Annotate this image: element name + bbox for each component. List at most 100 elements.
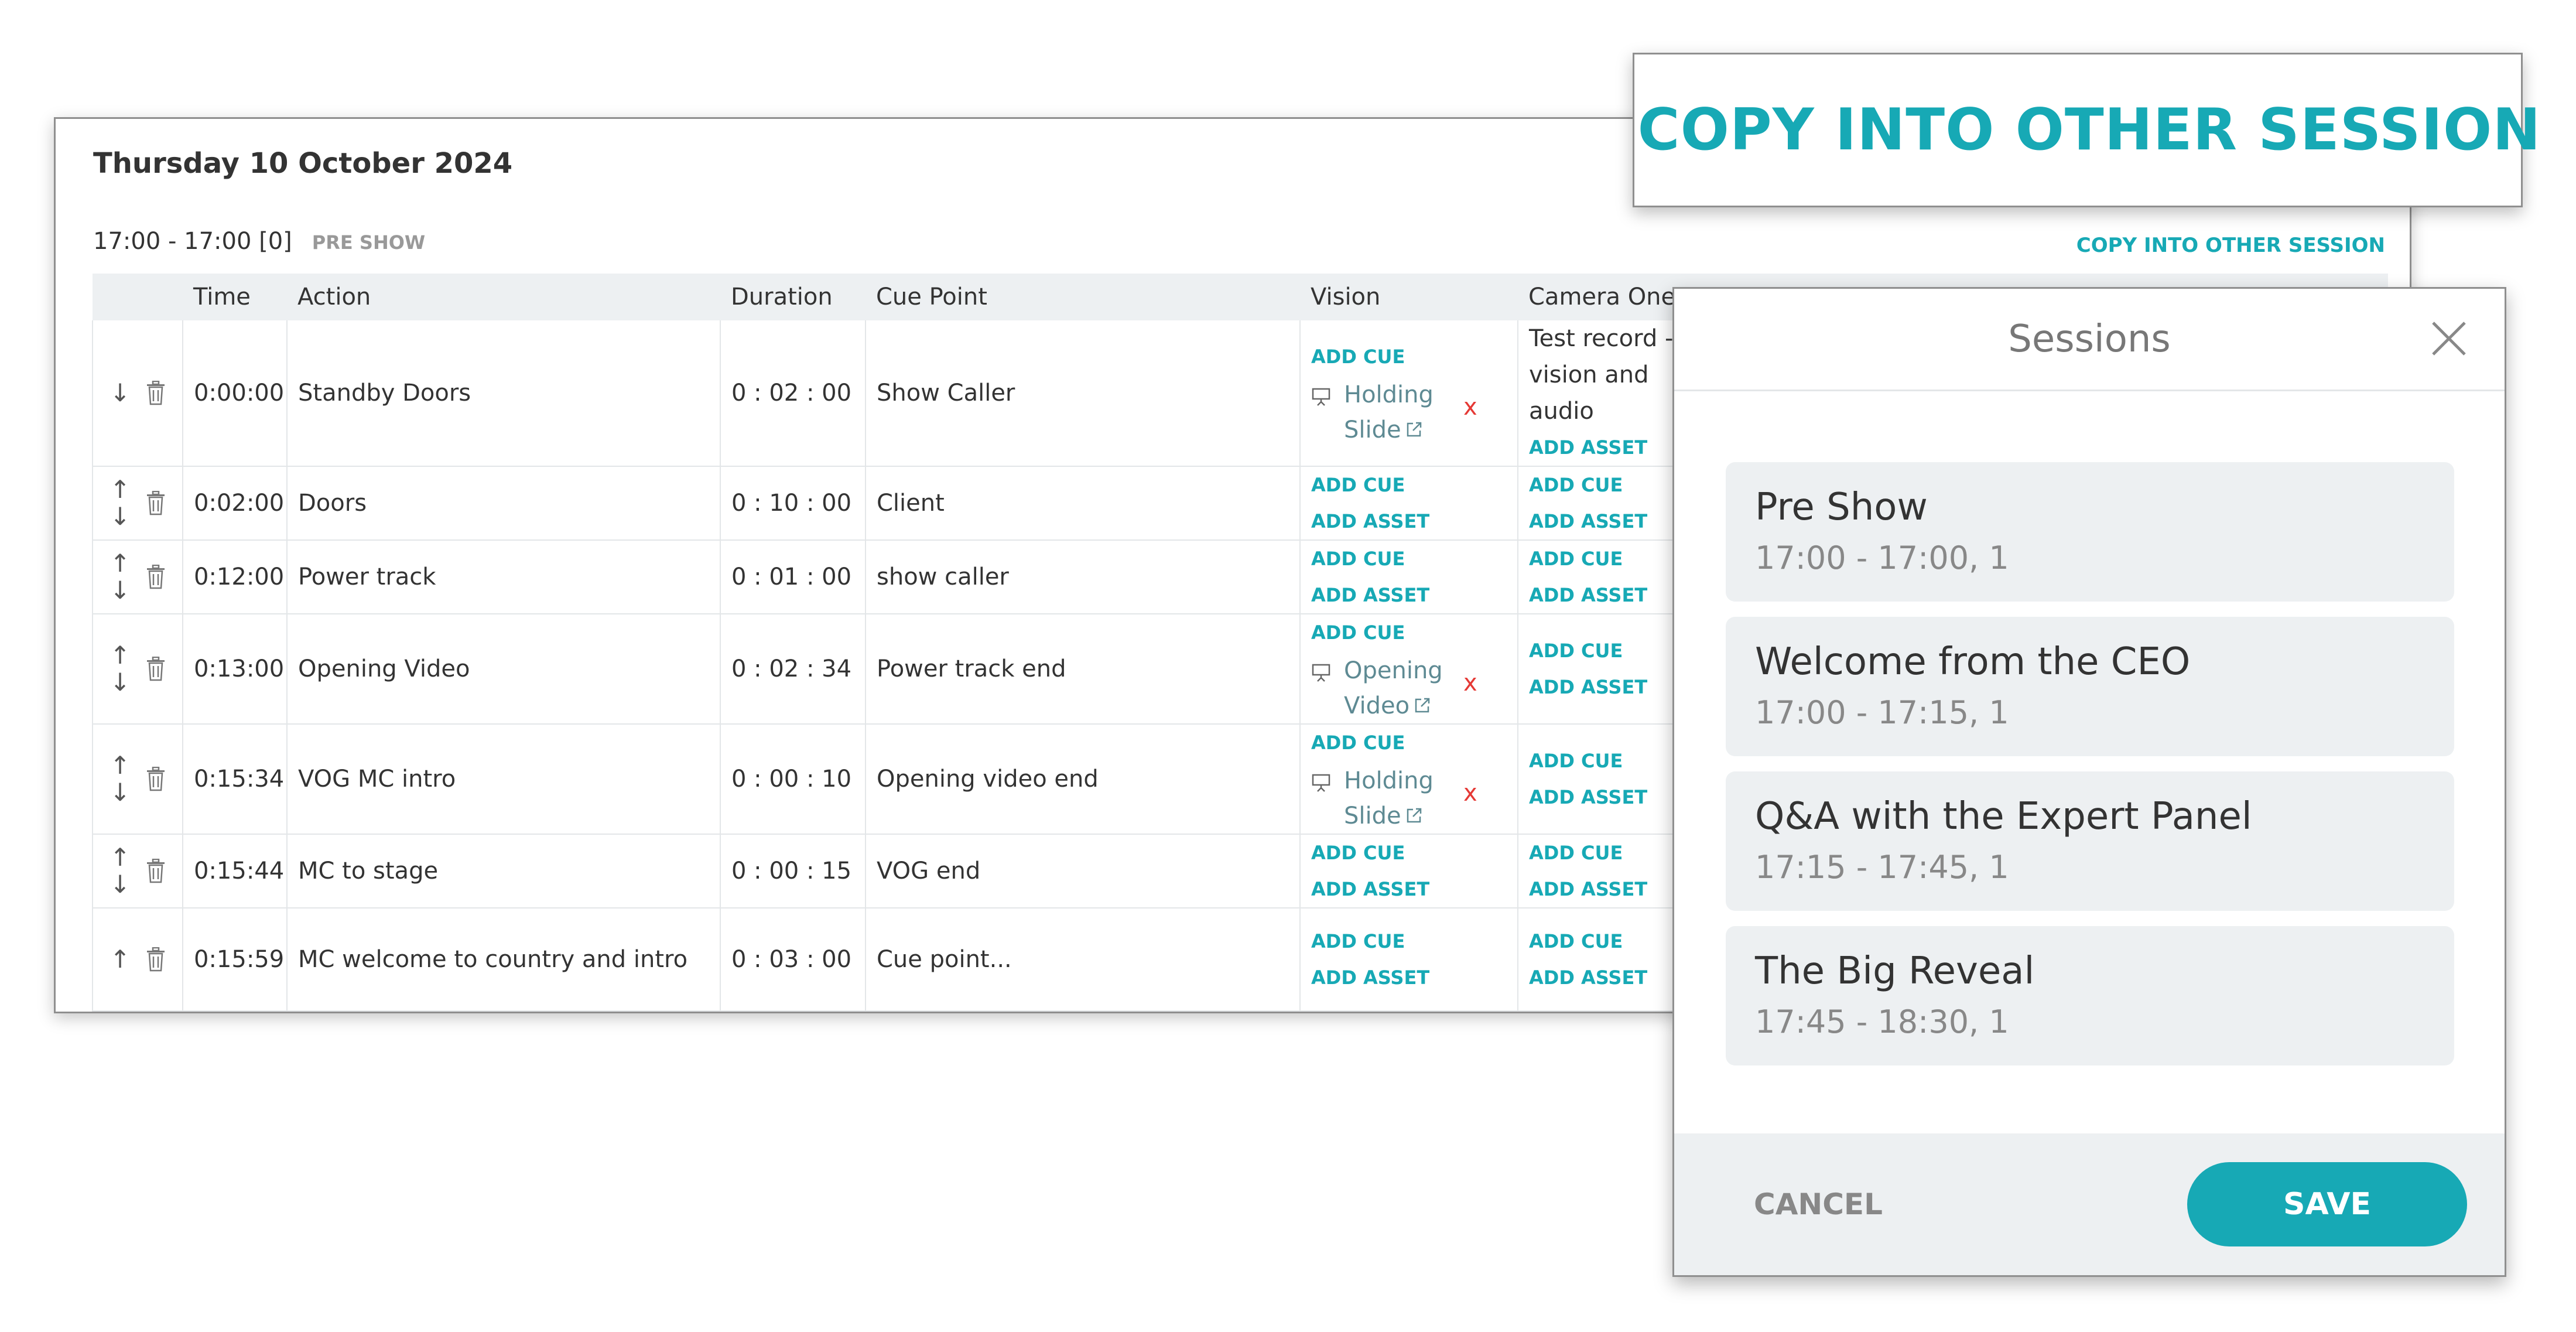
add-asset-link[interactable]: ADD ASSET [1311, 871, 1517, 907]
cell-cue-point[interactable]: Cue point... [865, 908, 1301, 1012]
row-controls: ↑ ↓ [92, 540, 183, 614]
cell-action[interactable]: MC welcome to country and intro [287, 908, 721, 1012]
external-link-icon[interactable] [1405, 420, 1424, 439]
vision-media-link[interactable]: Holding Slide [1344, 763, 1449, 833]
move-down-arrow-icon[interactable]: ↓ [110, 577, 130, 604]
vision-media-item: Holding Slide x [1311, 375, 1517, 448]
move-up-arrow-icon[interactable]: ↑ [110, 946, 130, 973]
cell-duration[interactable]: 0 : 03 : 00 [720, 908, 866, 1012]
cell-duration[interactable]: 0 : 01 : 00 [720, 540, 866, 614]
add-cue-link[interactable]: ADD CUE [1311, 725, 1517, 761]
remove-media-button[interactable]: x [1463, 394, 1477, 421]
presentation-icon [1312, 774, 1330, 792]
zoomed-copy-into-other-session-link[interactable]: COPY INTO OTHER SESSION [1638, 97, 2541, 163]
reorder-arrows: ↓ [110, 380, 130, 407]
cell-duration[interactable]: 0 : 02 : 34 [720, 614, 866, 725]
modal-header: Sessions [1674, 289, 2505, 391]
copy-into-other-session-link[interactable]: COPY INTO OTHER SESSION [2076, 234, 2385, 257]
external-link-icon[interactable] [1405, 806, 1424, 825]
add-cue-link[interactable]: ADD CUE [1311, 541, 1517, 577]
reorder-arrows: ↑ ↓ [110, 844, 130, 898]
move-down-arrow-icon[interactable]: ↓ [110, 871, 130, 898]
remove-media-button[interactable]: x [1463, 780, 1477, 807]
close-icon[interactable] [2428, 318, 2469, 359]
session-option-time: 17:45 - 18:30, 1 [1755, 1003, 2009, 1040]
external-link-icon[interactable] [1413, 696, 1432, 715]
vision-media-link[interactable]: Opening Video [1344, 653, 1449, 723]
move-up-arrow-icon[interactable]: ↑ [110, 844, 130, 871]
session-option-time: 17:15 - 17:45, 1 [1755, 849, 2009, 886]
move-down-arrow-icon[interactable]: ↓ [110, 779, 130, 806]
add-asset-link[interactable]: ADD ASSET [1311, 577, 1517, 613]
cell-cue-point[interactable]: show caller [865, 540, 1301, 614]
session-option-the-big-reveal[interactable]: The Big Reveal 17:45 - 18:30, 1 [1726, 926, 2454, 1065]
cell-vision: ADD CUE ADD ASSET [1300, 908, 1518, 1012]
cell-vision: ADD CUE ADD ASSET [1300, 834, 1518, 909]
cell-cue-point[interactable]: Client [865, 466, 1301, 541]
trash-icon[interactable] [146, 491, 166, 515]
session-option-time: 17:00 - 17:15, 1 [1755, 694, 2009, 731]
row-controls: ↑ ↓ [92, 614, 183, 725]
add-asset-link[interactable]: ADD ASSET [1311, 959, 1517, 996]
cell-vision: ADD CUE Holding Slide x [1300, 320, 1518, 467]
vision-media-link[interactable]: Holding Slide [1344, 377, 1449, 448]
move-up-arrow-icon[interactable]: ↑ [110, 550, 130, 577]
session-option-welcome-from-the-ceo[interactable]: Welcome from the CEO 17:00 - 17:15, 1 [1726, 617, 2454, 756]
remove-media-button[interactable]: x [1463, 670, 1477, 696]
column-header-time: Time [183, 274, 287, 320]
date-heading: Thursday 10 October 2024 [93, 147, 513, 180]
cell-cue-point[interactable]: Show Caller [865, 320, 1301, 467]
camera-note: Test record - vision and audio [1529, 325, 1674, 425]
row-controls: ↑ ↓ [92, 466, 183, 541]
move-up-arrow-icon[interactable]: ↑ [110, 642, 130, 669]
trash-icon[interactable] [146, 767, 166, 791]
column-header-controls [93, 274, 183, 320]
cell-action[interactable]: MC to stage [287, 834, 721, 909]
cell-duration[interactable]: 0 : 02 : 00 [720, 320, 866, 467]
cell-duration[interactable]: 0 : 10 : 00 [720, 466, 866, 541]
cell-action[interactable]: Standby Doors [287, 320, 721, 467]
cell-cue-point[interactable]: VOG end [865, 834, 1301, 909]
trash-icon[interactable] [146, 565, 166, 589]
add-asset-link[interactable]: ADD ASSET [1311, 503, 1517, 539]
session-option-pre-show[interactable]: Pre Show 17:00 - 17:00, 1 [1726, 462, 2454, 602]
add-cue-link[interactable]: ADD CUE [1311, 614, 1517, 651]
cell-action[interactable]: VOG MC intro [287, 724, 721, 835]
cell-time: 0:15:44 [183, 834, 288, 909]
modal-title: Sessions [2008, 317, 2171, 361]
add-cue-link[interactable]: ADD CUE [1311, 339, 1517, 375]
session-option-qa-with-the-expert-panel[interactable]: Q&A with the Expert Panel 17:15 - 17:45,… [1726, 771, 2454, 911]
move-down-arrow-icon[interactable]: ↓ [110, 380, 130, 407]
cell-time: 0:15:34 [183, 724, 288, 835]
trash-icon[interactable] [146, 381, 166, 405]
cell-duration[interactable]: 0 : 00 : 10 [720, 724, 866, 835]
cell-action[interactable]: Opening Video [287, 614, 721, 725]
session-time: 17:00 - 17:00 [0] [93, 228, 292, 255]
cell-cue-point[interactable]: Opening video end [865, 724, 1301, 835]
vision-media-item: Opening Video x [1311, 651, 1517, 723]
session-line: 17:00 - 17:00 [0] PRE SHOW [93, 228, 425, 255]
column-header-vision: Vision [1300, 274, 1518, 320]
presentation-icon [1312, 664, 1330, 682]
move-up-arrow-icon[interactable]: ↑ [110, 476, 130, 503]
cell-time: 0:00:00 [183, 320, 288, 467]
trash-icon[interactable] [146, 657, 166, 681]
move-down-arrow-icon[interactable]: ↓ [110, 503, 130, 530]
cell-time: 0:02:00 [183, 466, 288, 541]
cell-action[interactable]: Doors [287, 466, 721, 541]
cell-vision: ADD CUE ADD ASSET [1300, 466, 1518, 541]
move-down-arrow-icon[interactable]: ↓ [110, 669, 130, 696]
column-header-cue-point: Cue Point [865, 274, 1300, 320]
cancel-button[interactable]: CANCEL [1754, 1187, 1883, 1221]
cell-action[interactable]: Power track [287, 540, 721, 614]
trash-icon[interactable] [146, 947, 166, 972]
add-cue-link[interactable]: ADD CUE [1311, 467, 1517, 503]
reorder-arrows: ↑ [110, 946, 130, 973]
add-cue-link[interactable]: ADD CUE [1311, 923, 1517, 959]
cell-cue-point[interactable]: Power track end [865, 614, 1301, 725]
save-button[interactable]: SAVE [2187, 1162, 2467, 1246]
trash-icon[interactable] [146, 859, 166, 883]
cell-duration[interactable]: 0 : 00 : 15 [720, 834, 866, 909]
move-up-arrow-icon[interactable]: ↑ [110, 752, 130, 779]
add-cue-link[interactable]: ADD CUE [1311, 835, 1517, 871]
